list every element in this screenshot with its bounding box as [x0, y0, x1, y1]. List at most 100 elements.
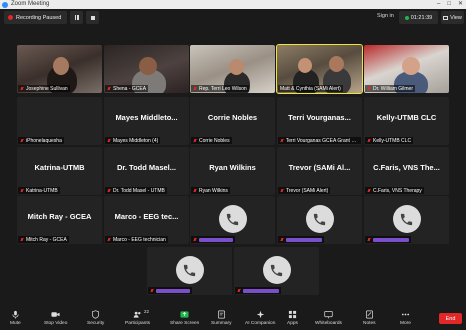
- meeting-top-bar: Recording Paused Sign in 01:21:39 View: [0, 9, 466, 26]
- participant-tile[interactable]: Marco - EEG tec... Marco - EEG technicia…: [104, 196, 189, 244]
- share-screen-button[interactable]: Share Screen: [170, 310, 199, 326]
- mute-label: Mute: [10, 321, 21, 326]
- muted-mic-icon: [107, 138, 111, 143]
- participant-name: Josephine Sullivan: [26, 85, 68, 92]
- muted-mic-icon: [107, 86, 111, 91]
- participant-tile[interactable]: Terri Vourganas... Terri Vourganas GCEA …: [277, 97, 362, 145]
- shield-icon: [91, 310, 101, 319]
- muted-mic-icon: [20, 138, 24, 143]
- phone-participant-tile[interactable]: [234, 247, 319, 295]
- phone-avatar: [218, 205, 247, 233]
- participant-tile[interactable]: Shena - GCEA: [104, 45, 189, 93]
- participant-tile[interactable]: Trevor (SAMi Al... Trevor (SAMi Alert): [277, 147, 362, 195]
- minimize-button[interactable]: –: [437, 0, 440, 9]
- summary-button[interactable]: Summary: [211, 310, 232, 326]
- muted-mic-icon: [193, 86, 197, 91]
- participant-tile[interactable]: Kelly-UTMB CLC Kelly-UTMB CLC: [364, 97, 449, 145]
- muted-mic-icon: [367, 138, 371, 143]
- view-button[interactable]: View: [441, 11, 464, 24]
- meeting-timer: 01:21:39: [399, 11, 438, 24]
- muted-mic-icon: [367, 86, 371, 91]
- muted-mic-icon: [280, 237, 284, 242]
- redacted-phone-number: [373, 237, 409, 242]
- muted-mic-icon: [193, 138, 197, 143]
- window-controls: – □ ✕: [437, 0, 463, 9]
- ai-companion-button[interactable]: AI Companion: [245, 310, 275, 326]
- participant-name: Rep. Terri Leo Wilson: [199, 85, 247, 92]
- participant-name: Marco - EEG technician: [113, 236, 166, 243]
- participant-display-name: C.Faris, VNS The...: [373, 163, 440, 172]
- sparkle-icon: [255, 310, 265, 319]
- participant-tile[interactable]: Dr. William Gilmer: [364, 45, 449, 93]
- more-label: More: [400, 321, 411, 326]
- phone-participant-tile[interactable]: [277, 196, 362, 244]
- record-indicator-icon: [8, 15, 13, 20]
- resume-recording-button[interactable]: [70, 11, 83, 24]
- participant-tile[interactable]: Josephine Sullivan: [17, 45, 102, 93]
- participant-display-name: Mitch Ray - GCEA: [27, 212, 92, 221]
- sign-in-link[interactable]: Sign in: [377, 13, 394, 19]
- participant-name: Trevor (SAMi Alert): [286, 187, 329, 194]
- participant-tile[interactable]: Dr. Todd Masel... Dr. Todd Masel - UTMB: [104, 147, 189, 195]
- phone-participant-tile[interactable]: [190, 196, 275, 244]
- recording-status[interactable]: Recording Paused: [4, 11, 67, 24]
- notes-icon: [364, 310, 374, 319]
- phone-participant-tile[interactable]: [364, 196, 449, 244]
- stop-video-label: Stop Video: [44, 321, 68, 326]
- participant-tile[interactable]: Corrie Nobles Corrie Nobles: [190, 97, 275, 145]
- redacted-phone-number: [243, 288, 279, 293]
- participant-display-name: Corrie Nobles: [207, 113, 258, 122]
- microphone-icon: [10, 310, 20, 319]
- participant-tile[interactable]: C.Faris, VNS The... C.Faris, VNS Therapy: [364, 147, 449, 195]
- close-button[interactable]: ✕: [458, 0, 463, 9]
- muted-mic-icon: [367, 237, 371, 242]
- phone-participant-tile[interactable]: [147, 247, 232, 295]
- participant-tile[interactable]: Ryan Wilkins Ryan Wilkins: [190, 147, 275, 195]
- apps-icon: [287, 310, 297, 319]
- stop-recording-button[interactable]: [86, 11, 99, 24]
- participant-tile-active-speaker[interactable]: Matt & Cynthia (SAMi Alert): [276, 44, 363, 94]
- more-dots-icon: [400, 310, 410, 319]
- participant-tile[interactable]: Mitch Ray - GCEA Mitch Ray - GCEA: [17, 196, 102, 244]
- notes-button[interactable]: Notes: [363, 310, 376, 326]
- apps-label: Apps: [287, 321, 298, 326]
- participant-name: Mitch Ray - GCEA: [26, 236, 67, 243]
- more-button[interactable]: More: [400, 310, 411, 326]
- participant-name: Corrie Nobles: [199, 137, 230, 144]
- muted-mic-icon: [280, 138, 284, 143]
- participant-name: Mayes Middleton (4): [113, 137, 159, 144]
- redacted-phone-number: [286, 237, 322, 242]
- end-meeting-button[interactable]: End: [439, 313, 462, 324]
- participants-count: 22: [144, 309, 150, 314]
- participant-name: Shena - GCEA: [113, 85, 147, 92]
- participant-display-name: Kelly-UTMB CLC: [376, 113, 437, 122]
- share-screen-label: Share Screen: [170, 321, 200, 326]
- window-title-bar: Zoom Meeting – □ ✕: [0, 0, 466, 9]
- participant-tile[interactable]: Katrina-UTMB Katrina-UTMB: [17, 147, 102, 195]
- participant-display-name: Marco - EEG tec...: [114, 212, 179, 221]
- phone-avatar: [262, 256, 291, 284]
- apps-button[interactable]: Apps: [287, 310, 298, 326]
- participant-display-name: Mayes Middleto...: [115, 113, 178, 122]
- muted-mic-icon: [280, 188, 284, 193]
- participant-tile[interactable]: iPhonelaquesha: [17, 97, 102, 145]
- video-camera-icon: [51, 310, 61, 319]
- recording-label: Recording Paused: [16, 14, 62, 21]
- grid-view-icon: [443, 15, 449, 20]
- stop-video-button[interactable]: Stop Video: [44, 310, 67, 326]
- maximize-button[interactable]: □: [447, 0, 451, 9]
- muted-mic-icon: [107, 237, 111, 242]
- participant-tile[interactable]: Rep. Terri Leo Wilson: [190, 45, 275, 93]
- summary-label: Summary: [211, 321, 232, 326]
- whiteboards-button[interactable]: Whiteboards: [315, 310, 342, 326]
- participant-name: Ryan Wilkins: [199, 187, 228, 194]
- mute-button[interactable]: Mute: [10, 310, 21, 326]
- participant-display-name: Katrina-UTMB: [34, 163, 85, 172]
- participant-name: Katrina-UTMB: [26, 187, 58, 194]
- participant-tile[interactable]: Mayes Middleto... Mayes Middleton (4): [104, 97, 189, 145]
- ai-companion-label: AI Companion: [245, 321, 276, 326]
- redacted-phone-number: [156, 288, 190, 293]
- summary-icon: [216, 310, 226, 319]
- security-button[interactable]: Security: [87, 310, 104, 326]
- phone-icon: [400, 213, 413, 225]
